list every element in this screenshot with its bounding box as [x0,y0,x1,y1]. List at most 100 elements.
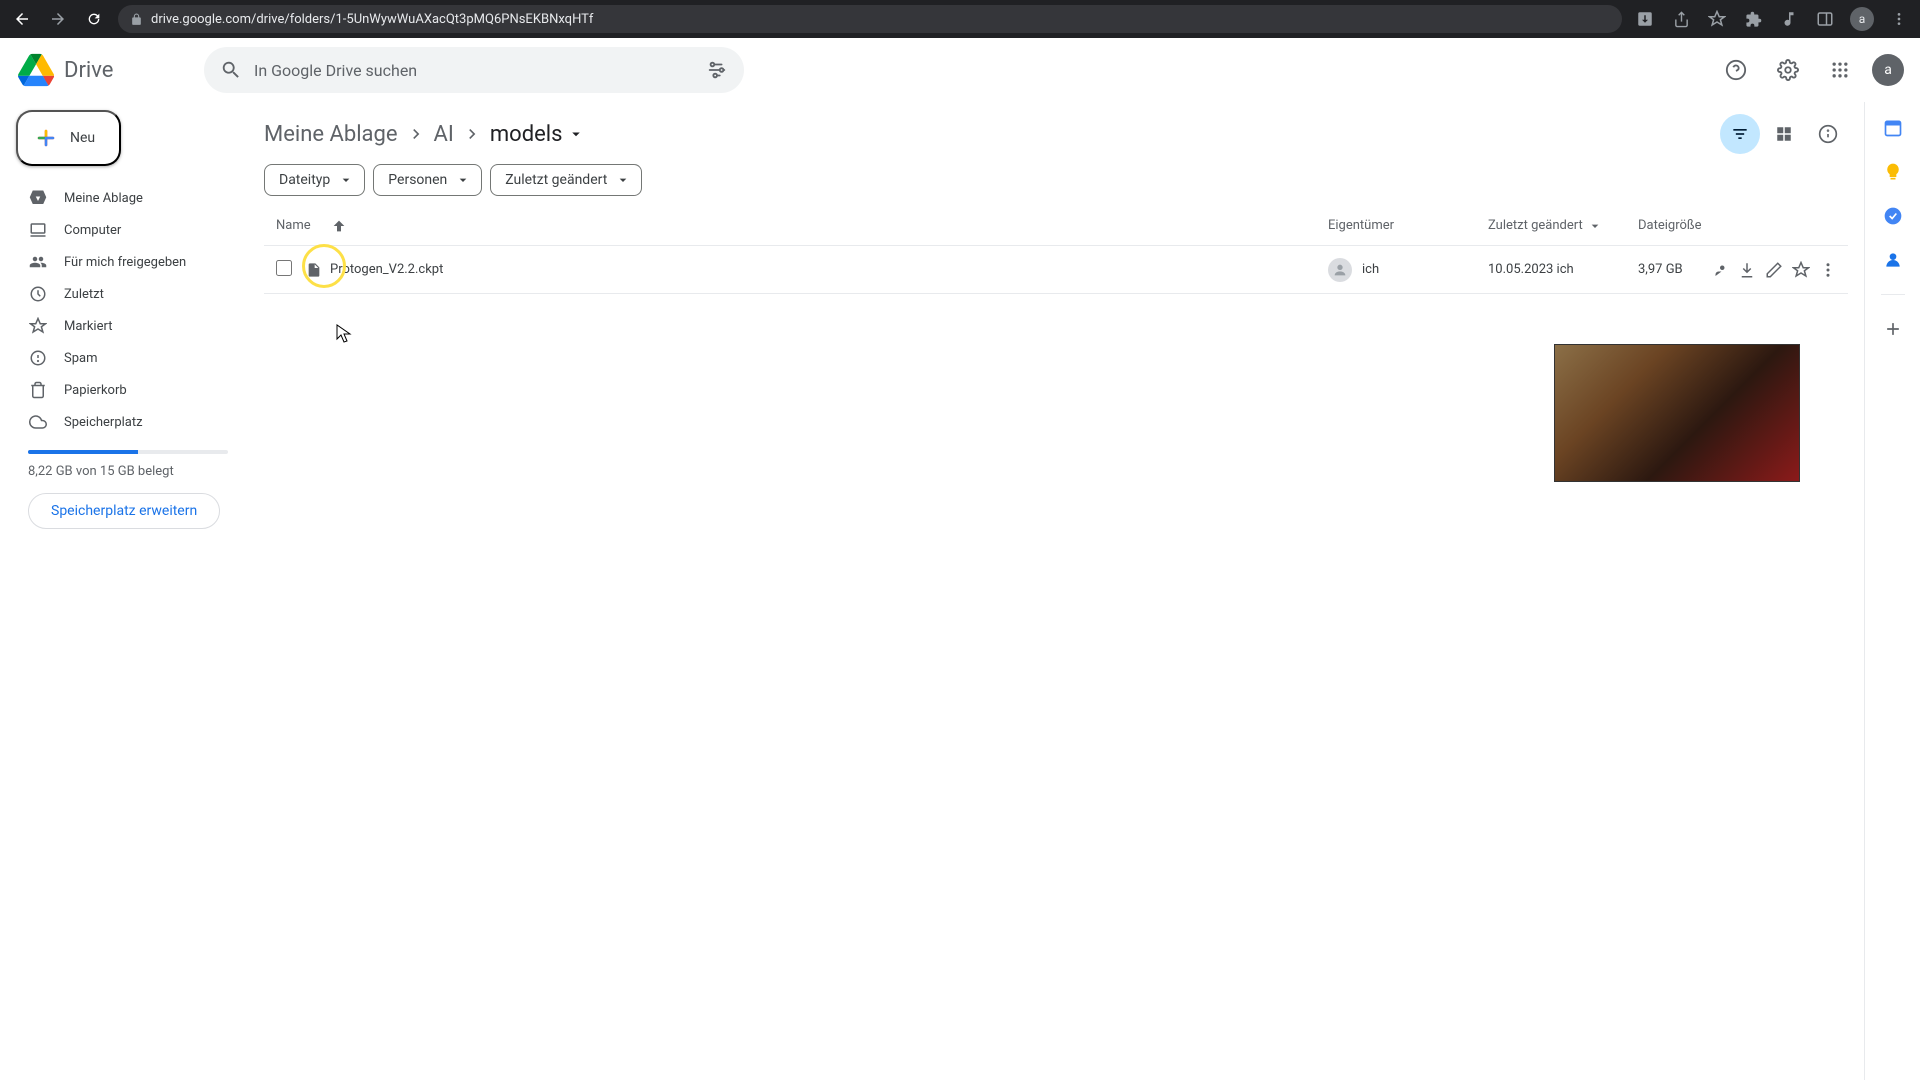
star-icon [28,317,48,335]
caret-down-icon [615,172,631,188]
browser-url-text: drive.google.com/drive/folders/1-5UnWywW… [151,12,593,27]
owner-name: ich [1362,262,1379,277]
search-box[interactable] [204,47,744,93]
browser-reload-button[interactable] [82,7,106,31]
breadcrumb-item[interactable]: AI [434,122,454,147]
new-button[interactable]: Neu [16,110,121,166]
sidebar-item-recent[interactable]: Zuletzt [16,278,240,310]
sidebar-item-label: Computer [64,223,121,238]
download-action-icon[interactable] [1735,256,1758,284]
filter-modified-chip[interactable]: Zuletzt geändert [490,164,642,196]
tasks-app-icon[interactable] [1883,206,1903,226]
column-owner[interactable]: Eigentümer [1328,218,1394,233]
column-modified[interactable]: Zuletzt geändert [1488,218,1583,233]
add-app-icon[interactable] [1883,319,1903,339]
cloud-icon [28,413,48,431]
caret-down-icon [338,172,354,188]
install-icon[interactable] [1634,8,1656,30]
file-icon [306,262,322,278]
file-size: 3,97 GB [1638,262,1683,277]
search-icon [220,59,242,81]
grid-view-button[interactable] [1764,114,1804,154]
trash-icon [28,381,48,399]
sidebar-item-shared[interactable]: Für mich freigegeben [16,246,240,278]
browser-profile-avatar[interactable]: a [1850,7,1874,31]
sidebar-item-label: Speicherplatz [64,415,143,430]
rename-action-icon[interactable] [1762,256,1785,284]
calendar-app-icon[interactable] [1883,118,1903,138]
info-button[interactable] [1808,114,1848,154]
browser-menu-icon[interactable] [1888,8,1910,30]
settings-gear-icon[interactable] [1768,50,1808,90]
drive-logo-icon [16,50,56,90]
main-content: Meine Ablage AI models Dateityp Personen… [256,102,1864,1080]
breadcrumb-current[interactable]: models [490,122,585,147]
sidebar-item-storage[interactable]: Speicherplatz [16,406,240,438]
new-button-label: Neu [70,130,95,146]
browser-back-button[interactable] [10,7,34,31]
keep-app-icon[interactable] [1883,162,1903,182]
breadcrumb-item[interactable]: Meine Ablage [264,122,398,147]
bookmark-star-icon[interactable] [1706,8,1728,30]
table-header: Name Eigentümer Zuletzt geändert Dateigr… [264,206,1848,246]
filter-toggle-button[interactable] [1720,114,1760,154]
divider [1881,294,1905,295]
sidebar-item-mydrive[interactable]: Meine Ablage [16,182,240,214]
row-checkbox[interactable] [276,260,306,280]
filter-type-chip[interactable]: Dateityp [264,164,365,196]
search-options-icon[interactable] [706,59,728,81]
star-action-icon[interactable] [1790,256,1813,284]
sidebar-item-starred[interactable]: Markiert [16,310,240,342]
webcam-overlay [1554,344,1800,482]
side-panel [1864,102,1920,1080]
account-avatar[interactable]: a [1872,54,1904,86]
sidebar-item-label: Markiert [64,319,112,334]
spam-icon [28,349,48,367]
more-actions-icon[interactable] [1817,256,1840,284]
filter-bar: Dateityp Personen Zuletzt geändert [264,164,1848,196]
modified-by: ich [1557,262,1574,277]
sidebar: Neu Meine Ablage Computer Für mich freig… [0,102,256,1080]
music-icon[interactable] [1778,8,1800,30]
sort-caret-down-icon [1587,218,1603,234]
mydrive-icon [28,189,48,207]
clock-icon [28,285,48,303]
owner-avatar [1328,258,1352,282]
contacts-app-icon[interactable] [1883,250,1903,270]
chevron-right-icon [406,124,426,144]
breadcrumb: Meine Ablage AI models [264,110,1848,158]
sidebar-item-trash[interactable]: Papierkorb [16,374,240,406]
apps-grid-icon[interactable] [1820,50,1860,90]
upgrade-storage-button[interactable]: Speicherplatz erweitern [28,493,220,529]
browser-toolbar: drive.google.com/drive/folders/1-5UnWywW… [0,0,1920,38]
storage-section: 8,22 GB von 15 GB belegt Speicherplatz e… [16,450,240,529]
chevron-right-icon [462,124,482,144]
drive-logo[interactable]: Drive [16,50,196,90]
caret-down-icon [455,172,471,188]
file-row[interactable]: Protogen_V2.2.ckpt ich 10.05.2023 ich 3,… [264,246,1848,294]
people-icon [28,253,48,271]
sort-arrow-up-icon[interactable] [331,218,347,234]
storage-text: 8,22 GB von 15 GB belegt [28,464,228,479]
side-panel-icon[interactable] [1814,8,1836,30]
lock-icon [130,13,143,26]
file-name: Protogen_V2.2.ckpt [330,262,443,277]
browser-forward-button[interactable] [46,7,70,31]
search-input[interactable] [254,61,706,80]
sidebar-item-label: Papierkorb [64,383,127,398]
support-icon[interactable] [1716,50,1756,90]
modified-date: 10.05.2023 [1488,262,1553,277]
cursor-icon [336,324,352,344]
column-name[interactable]: Name [276,218,311,233]
filter-people-chip[interactable]: Personen [373,164,482,196]
sidebar-item-label: Spam [64,351,98,366]
plus-icon [34,126,58,150]
extensions-icon[interactable] [1742,8,1764,30]
column-size[interactable]: Dateigröße [1638,218,1702,233]
sidebar-item-spam[interactable]: Spam [16,342,240,374]
computer-icon [28,221,48,239]
browser-address-bar[interactable]: drive.google.com/drive/folders/1-5UnWywW… [118,5,1622,33]
share-icon[interactable] [1670,8,1692,30]
share-action-icon[interactable] [1708,256,1731,284]
sidebar-item-computers[interactable]: Computer [16,214,240,246]
